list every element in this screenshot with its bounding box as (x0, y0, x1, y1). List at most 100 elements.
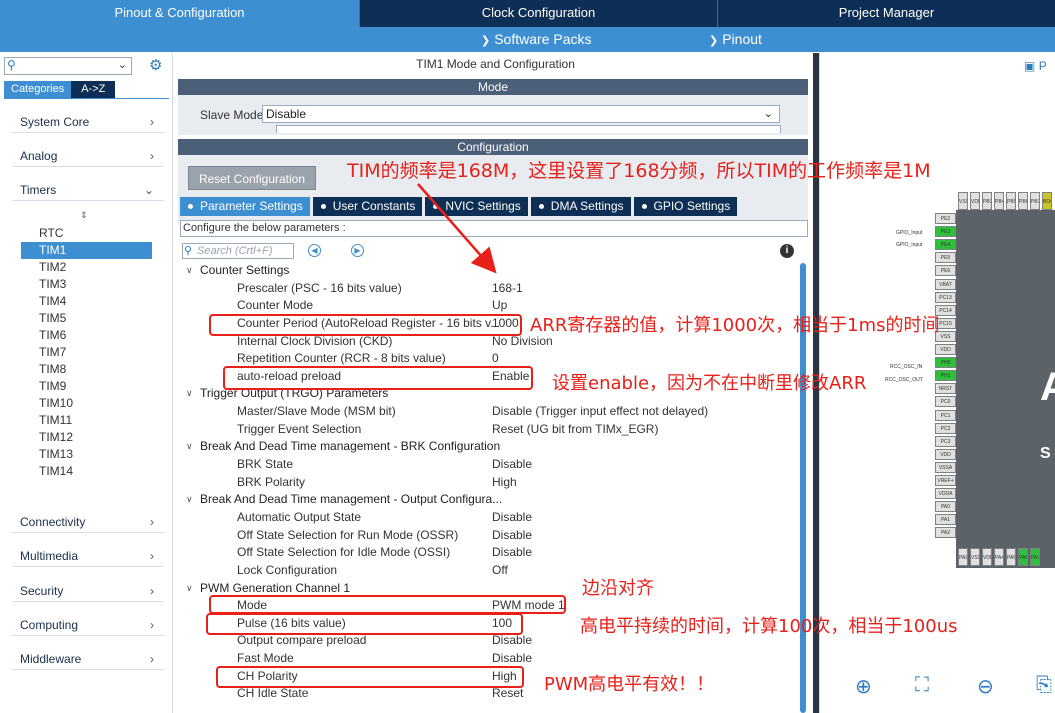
chip-pin[interactable]: VDD (970, 192, 980, 210)
tab-project-manager[interactable]: Project Manager (718, 0, 1055, 27)
parameter-value[interactable]: Reset (UG bit from TIMx_EGR) (492, 421, 658, 439)
software-packs-menu[interactable]: ❯ Software Packs (481, 31, 591, 47)
search-next-button[interactable]: ▶ (351, 244, 364, 257)
tab-user-constants[interactable]: User Constants (312, 197, 423, 216)
chevron-down-icon[interactable]: ∨ (186, 580, 193, 598)
tab-pinout-configuration[interactable]: Pinout & Configuration (0, 0, 360, 27)
tab-a-to-z[interactable]: A->Z (71, 81, 116, 98)
chip-pin[interactable]: PE3 (935, 226, 956, 238)
list-item[interactable]: TIM5 (38, 310, 152, 327)
list-item[interactable]: TIM14 (38, 463, 152, 480)
chip-pin[interactable]: VDD (982, 548, 992, 566)
chip-pin[interactable]: PA1 (935, 514, 956, 526)
chip-pin[interactable]: VSSA (935, 461, 956, 473)
parameter-value[interactable]: Reset (492, 685, 523, 703)
chevron-down-icon[interactable]: ∨ (186, 491, 193, 509)
category-analog[interactable]: Analog › (12, 145, 164, 167)
chip-pin[interactable]: PA4 (994, 548, 1004, 566)
chevron-down-icon[interactable]: ⌄ (118, 58, 127, 71)
parameter-row[interactable]: Master/Slave Mode (MSM bit) Disable (Trig… (178, 403, 798, 421)
chip-pin[interactable]: VREF+ (935, 475, 956, 486)
category-security[interactable]: Security › (12, 580, 164, 602)
trigger-source-select[interactable] (276, 125, 781, 133)
zoom-out-icon[interactable]: ⊖ (977, 674, 994, 699)
list-item[interactable]: TIM6 (38, 327, 152, 344)
parameter-value[interactable]: Disable (492, 509, 532, 527)
chip-pin[interactable]: VSS (970, 548, 980, 566)
slave-mode-select[interactable]: Disable ⌄ (262, 105, 780, 123)
parameter-row[interactable]: BRK Polarity High (178, 474, 798, 492)
parameter-search-input[interactable]: ⚲ Search (Crtl+F) (182, 243, 294, 259)
chevron-down-icon[interactable]: ∨ (186, 438, 193, 456)
chip-pin[interactable]: PE5 (935, 252, 956, 264)
category-connectivity[interactable]: Connectivity › (12, 511, 164, 533)
parameter-row[interactable]: Off State Selection for Run Mode (OSSR) D… (178, 527, 798, 545)
parameter-value[interactable]: Disable (492, 527, 532, 545)
chip-pin[interactable]: PC2 (935, 422, 956, 434)
list-item[interactable]: TIM3 (38, 276, 152, 293)
pinout-menu[interactable]: ❯ Pinout (709, 31, 762, 47)
parameter-value[interactable]: Disable (492, 544, 532, 562)
chip-pin[interactable]: PC1 (935, 409, 956, 421)
parameter-row[interactable]: Off State Selection for Idle Mode (OSSI)… (178, 544, 798, 562)
list-item[interactable]: RTC (38, 225, 152, 242)
chip-pin[interactable]: PA5 (1006, 548, 1016, 566)
parameter-value[interactable]: Off (492, 562, 508, 580)
list-item-selected[interactable]: TIM1 (21, 242, 152, 259)
category-multimedia[interactable]: Multimedia › (12, 545, 164, 567)
parameter-value[interactable]: Disable (492, 632, 532, 650)
parameter-row[interactable]: Trigger Event Selection Reset (UG bit fro… (178, 421, 798, 439)
pinout-view-tab[interactable]: ▣ P (1024, 59, 1047, 73)
category-search-input[interactable]: ⚲ ⌄ (4, 57, 132, 75)
parameter-group[interactable]: ∨ Break And Dead Time management - Output… (178, 491, 798, 509)
list-item[interactable]: TIM2 (38, 259, 152, 276)
chip-pin[interactable]: PE2 (935, 213, 956, 224)
reset-configuration-button[interactable]: Reset Configuration (188, 166, 316, 190)
chip-pin[interactable]: PA6 (1018, 548, 1028, 566)
chip-pin[interactable]: PA2 (935, 527, 956, 539)
chip-pin[interactable]: PB5 (1006, 192, 1016, 210)
chip-pin[interactable]: PB6 (1018, 192, 1028, 210)
parameter-group[interactable]: ∨ Break And Dead Time management - BRK Co… (178, 438, 798, 456)
chevron-down-icon[interactable]: ∨ (186, 385, 193, 403)
chip-pin[interactable]: NRST (935, 383, 956, 395)
chip-pin[interactable]: VDD (935, 344, 956, 355)
chip-pin[interactable]: PA7 (1030, 548, 1040, 566)
chip-pin[interactable]: VDDA (935, 488, 956, 500)
chip-pin[interactable]: PB7 (1030, 192, 1040, 210)
chip-pin[interactable]: PA0 (935, 501, 956, 513)
zoom-in-icon[interactable]: ⊕ (855, 674, 872, 699)
chip-pin[interactable]: BOOT0 (1042, 192, 1052, 210)
category-computing[interactable]: Computing › (12, 614, 164, 636)
parameter-value[interactable]: 168-1 (492, 280, 523, 298)
tab-dma-settings[interactable]: DMA Settings (530, 197, 631, 216)
export-icon[interactable]: ⎘ (1036, 674, 1052, 697)
list-item[interactable]: TIM11 (38, 412, 152, 429)
fit-view-icon[interactable]: ⛶ (915, 674, 929, 697)
chip-pin[interactable]: VSS (958, 192, 968, 210)
list-item[interactable]: TIM13 (38, 446, 152, 463)
chip-pin[interactable]: PC13 (935, 291, 956, 303)
chip-pin[interactable]: PC0 (935, 396, 956, 408)
tab-nvic-settings[interactable]: NVIC Settings (425, 197, 528, 216)
parameter-row[interactable]: Automatic Output State Disable (178, 509, 798, 527)
tab-categories[interactable]: Categories (4, 81, 72, 98)
list-item[interactable]: TIM7 (38, 344, 152, 361)
list-item[interactable]: TIM10 (38, 395, 152, 412)
chip-pin[interactable]: PE6 (935, 265, 956, 277)
chip-pin[interactable]: PH1 (935, 370, 956, 382)
parameter-row[interactable]: Prescaler (PSC - 16 bits value) 168-1 (178, 280, 798, 298)
list-item[interactable]: TIM4 (38, 293, 152, 310)
chevron-down-icon[interactable]: ∨ (186, 262, 193, 280)
parameter-group[interactable]: ∨ Counter Settings (178, 262, 798, 280)
chip-pin[interactable]: PB3 (982, 192, 992, 210)
parameter-value[interactable]: Up (492, 297, 507, 315)
category-timers[interactable]: Timers ⌄ (12, 179, 164, 201)
chip-pin[interactable]: PA3 (958, 548, 968, 566)
info-icon[interactable]: i (780, 244, 794, 258)
chip-pin[interactable]: VBAT (935, 278, 956, 290)
sort-icon[interactable]: ⇕ (80, 210, 88, 221)
parameter-value[interactable]: Disable (Trigger input effect not delaye… (492, 403, 708, 421)
parameter-row[interactable]: Lock Configuration Off (178, 562, 798, 580)
chip-pin[interactable]: VDD (935, 448, 956, 460)
